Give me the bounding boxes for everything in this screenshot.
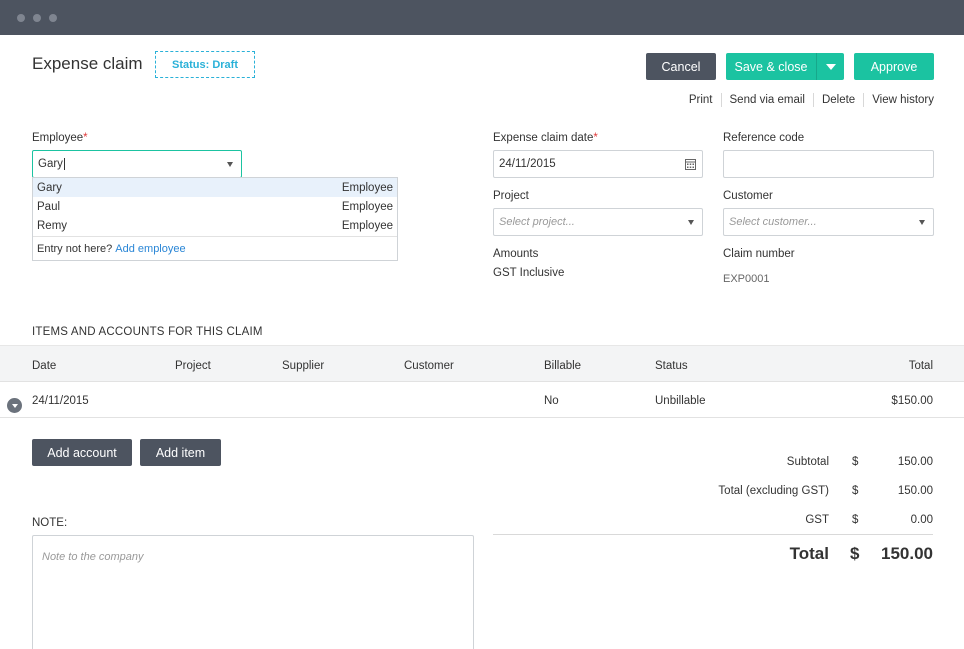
- employee-dropdown: Gary Employee Paul Employee Remy Employe…: [32, 177, 398, 261]
- chevron-down-icon: [825, 63, 836, 70]
- option-type: Employee: [341, 200, 393, 213]
- employee-label: Employee*: [32, 132, 88, 144]
- column-header-total: Total: [908, 360, 933, 372]
- save-close-button[interactable]: Save & close: [726, 53, 816, 80]
- divider: [863, 93, 865, 107]
- claim-number-label: Claim number: [723, 248, 795, 260]
- dropdown-option[interactable]: Paul Employee: [33, 197, 397, 216]
- cell-billable: No: [544, 395, 559, 407]
- claim-date-field[interactable]: 24/11/2015: [493, 150, 703, 178]
- view-history-link[interactable]: View history: [872, 94, 934, 106]
- totals-divider: [493, 534, 933, 535]
- option-type: Employee: [341, 181, 393, 194]
- option-type: Employee: [341, 219, 393, 232]
- add-item-button[interactable]: Add item: [140, 439, 221, 466]
- reference-input[interactable]: [723, 150, 934, 178]
- column-header-supplier: Supplier: [282, 360, 325, 372]
- currency-symbol: $: [852, 456, 859, 468]
- cancel-button[interactable]: Cancel: [646, 53, 716, 80]
- amounts-label: Amounts: [493, 248, 539, 260]
- claim-number-value: EXP0001: [723, 273, 770, 285]
- column-header-customer: Customer: [404, 360, 454, 372]
- window-dot-icon[interactable]: [33, 14, 41, 22]
- dropdown-option[interactable]: Remy Employee: [33, 216, 397, 235]
- save-options-button[interactable]: [816, 53, 844, 80]
- window-dot-icon[interactable]: [49, 14, 57, 22]
- subtotal-label: Subtotal: [786, 456, 829, 468]
- customer-placeholder: Select customer...: [729, 216, 817, 228]
- window-dot-icon[interactable]: [17, 14, 25, 22]
- subtotal-value: 150.00: [897, 456, 933, 468]
- note-label: NOTE:: [32, 517, 68, 529]
- claim-date-label: Expense claim date*: [493, 132, 598, 144]
- cell-total: $150.00: [891, 395, 933, 407]
- items-section-title: ITEMS AND ACCOUNTS FOR THIS CLAIM: [32, 326, 263, 338]
- cell-date: 24/11/2015: [32, 395, 89, 407]
- project-label: Project: [493, 190, 529, 202]
- print-link[interactable]: Print: [689, 94, 713, 106]
- amounts-value: GST Inclusive: [493, 267, 565, 279]
- option-name: Remy: [37, 219, 68, 232]
- currency-symbol: $: [852, 514, 859, 526]
- gst-value: 0.00: [910, 514, 933, 526]
- column-header-billable: Billable: [544, 360, 582, 372]
- footer-text: Entry not here?: [37, 243, 113, 255]
- note-placeholder: Note to the company: [42, 551, 144, 563]
- calendar-icon[interactable]: [685, 158, 696, 170]
- page-title: Expense claim: [32, 54, 143, 73]
- employee-value: Gary: [38, 158, 63, 170]
- excl-gst-label: Total (excluding GST): [718, 485, 829, 497]
- total-label: Total: [789, 544, 829, 563]
- divider: [720, 93, 722, 107]
- caret-down-icon: [688, 220, 694, 225]
- currency-symbol: $: [850, 544, 860, 563]
- option-name: Gary: [37, 181, 62, 194]
- note-textarea[interactable]: Note to the company: [32, 535, 474, 649]
- customer-select[interactable]: Select customer...: [723, 208, 934, 236]
- option-name: Paul: [37, 200, 61, 213]
- gst-label: GST: [805, 514, 829, 526]
- action-links: Print Send via email Delete View history: [689, 93, 934, 107]
- project-placeholder: Select project...: [499, 216, 575, 228]
- claim-date-value: 24/11/2015: [499, 158, 556, 170]
- status-badge: Status: Draft: [155, 51, 255, 78]
- add-account-button[interactable]: Add account: [32, 439, 132, 466]
- items-table-header: Date Project Supplier Customer Billable …: [0, 345, 964, 382]
- add-employee-link[interactable]: Add employee: [115, 243, 185, 255]
- send-email-link[interactable]: Send via email: [730, 94, 805, 106]
- excl-gst-value: 150.00: [897, 485, 933, 497]
- window-titlebar: [0, 0, 964, 35]
- reference-label: Reference code: [723, 132, 805, 144]
- expand-row-icon[interactable]: [7, 398, 22, 413]
- currency-symbol: $: [852, 485, 859, 497]
- column-header-project: Project: [175, 360, 211, 372]
- caret-down-icon: [919, 220, 925, 225]
- column-header-date: Date: [32, 360, 57, 372]
- customer-label: Customer: [723, 190, 773, 202]
- text-cursor: [63, 158, 65, 170]
- project-select[interactable]: Select project...: [493, 208, 703, 236]
- caret-down-icon: [227, 162, 233, 167]
- column-header-status: Status: [655, 360, 688, 372]
- divider: [812, 93, 814, 107]
- dropdown-option[interactable]: Gary Employee: [33, 178, 397, 197]
- delete-link[interactable]: Delete: [822, 94, 855, 106]
- approve-button[interactable]: Approve: [854, 53, 934, 80]
- dropdown-footer: Entry not here? Add employee: [33, 236, 397, 261]
- cell-status: Unbillable: [655, 395, 706, 407]
- total-value: 150.00: [881, 544, 933, 563]
- employee-select[interactable]: Gary: [32, 150, 242, 178]
- table-row[interactable]: 24/11/2015 No Unbillable $150.00: [0, 382, 964, 418]
